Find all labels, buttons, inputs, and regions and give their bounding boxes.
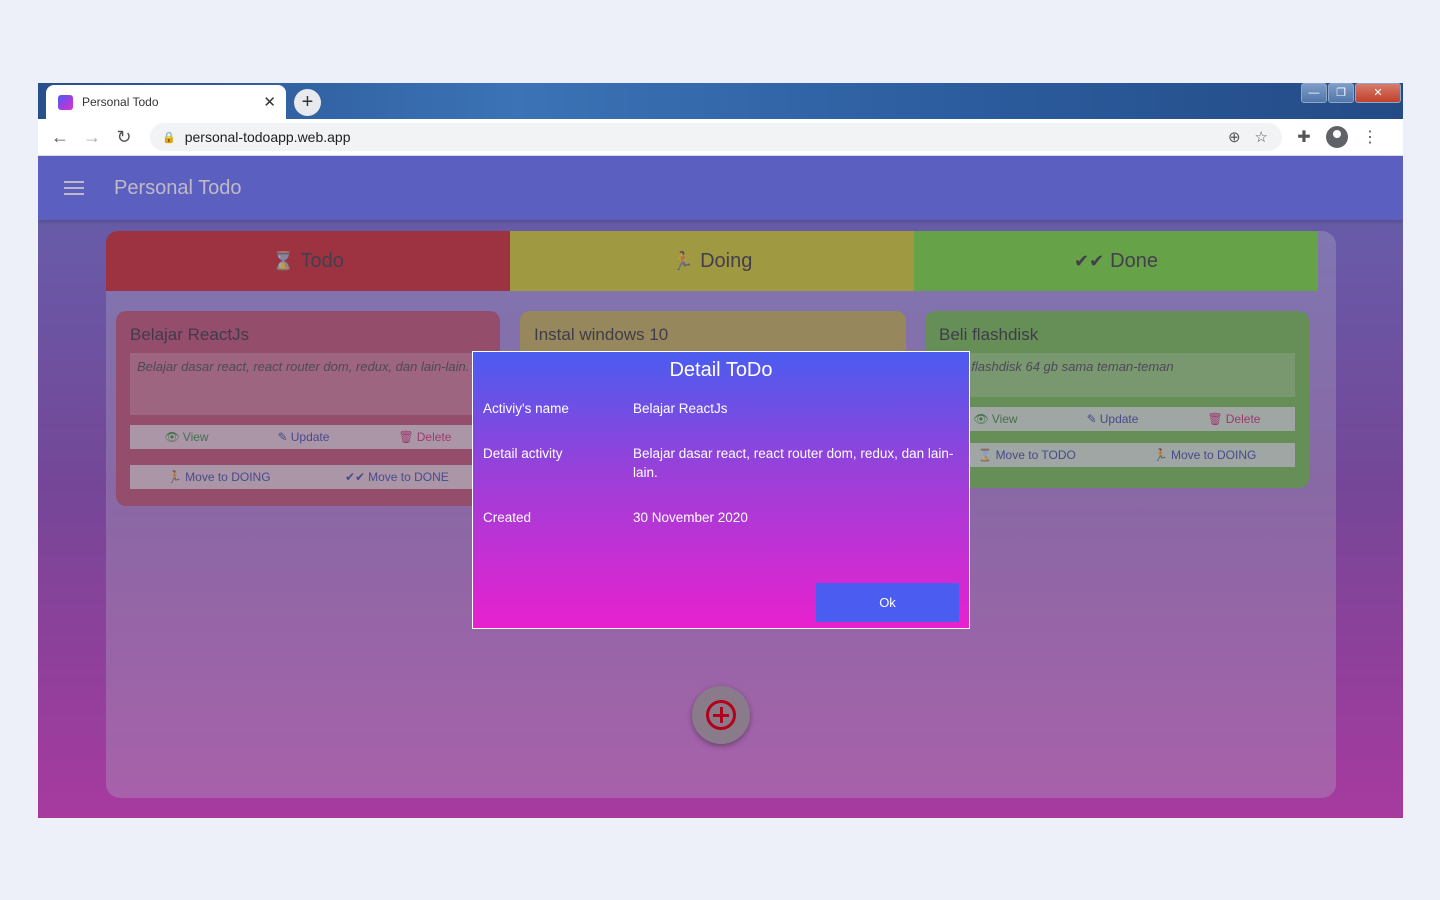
- detail-value: 30 November 2020: [633, 510, 748, 525]
- add-circle-icon: [706, 700, 736, 730]
- bookmark-star-icon[interactable]: ☆: [1255, 128, 1268, 146]
- detail-dialog: Detail ToDo Activiy's name Belajar React…: [472, 351, 970, 629]
- detail-row-created: Created 30 November 2020: [483, 508, 959, 527]
- window-controls: — ❐ ✕: [1300, 83, 1401, 103]
- toolbar-icons: ✚ ⋮: [1288, 126, 1386, 148]
- maximize-button[interactable]: ❐: [1328, 83, 1354, 103]
- detail-value: Belajar dasar react, react router dom, r…: [633, 446, 954, 480]
- forward-arrow-icon[interactable]: →: [76, 127, 108, 148]
- detail-label: Detail activity: [483, 446, 563, 461]
- window-close-button[interactable]: ✕: [1355, 83, 1401, 103]
- new-tab-button[interactable]: +: [294, 89, 321, 116]
- detail-row-name: Activiy's name Belajar ReactJs: [483, 399, 959, 418]
- install-app-icon[interactable]: ⊕: [1228, 128, 1241, 146]
- tab-title: Personal Todo: [82, 95, 159, 109]
- app-page: Personal Todo ⌛ Todo 🏃 Doing ✔✔ Done Bel…: [38, 156, 1403, 818]
- tab-close-icon[interactable]: ✕: [263, 93, 276, 111]
- detail-value: Belajar ReactJs: [633, 401, 728, 416]
- url-text[interactable]: personal-todoapp.web.app: [185, 129, 1228, 145]
- detail-label: Created: [483, 510, 532, 525]
- app-favicon-icon: [58, 94, 73, 110]
- omnibox[interactable]: 🔒 personal-todoapp.web.app ⊕ ☆: [150, 123, 1282, 151]
- detail-label: Activiy's name: [483, 401, 569, 416]
- extensions-puzzle-icon[interactable]: ✚: [1288, 127, 1320, 147]
- ok-button[interactable]: Ok: [816, 583, 959, 622]
- browser-titlebar: Personal Todo ✕ + — ❐ ✕: [38, 83, 1403, 119]
- reload-icon[interactable]: ↻: [108, 127, 140, 148]
- profile-avatar-icon[interactable]: [1326, 126, 1348, 148]
- minimize-button[interactable]: —: [1301, 83, 1327, 103]
- back-arrow-icon[interactable]: ←: [44, 127, 76, 148]
- address-bar: ← → ↻ 🔒 personal-todoapp.web.app ⊕ ☆ ✚ ⋮: [38, 119, 1403, 156]
- add-todo-button[interactable]: [692, 686, 750, 744]
- browser-window: Personal Todo ✕ + — ❐ ✕ ← → ↻ 🔒 personal…: [38, 83, 1403, 818]
- browser-tab[interactable]: Personal Todo ✕: [46, 85, 286, 119]
- lock-icon[interactable]: 🔒: [162, 131, 176, 144]
- dialog-title: Detail ToDo: [669, 359, 773, 381]
- detail-row-activity: Detail activity Belajar dasar react, rea…: [483, 444, 959, 482]
- more-menu-icon[interactable]: ⋮: [1354, 127, 1386, 147]
